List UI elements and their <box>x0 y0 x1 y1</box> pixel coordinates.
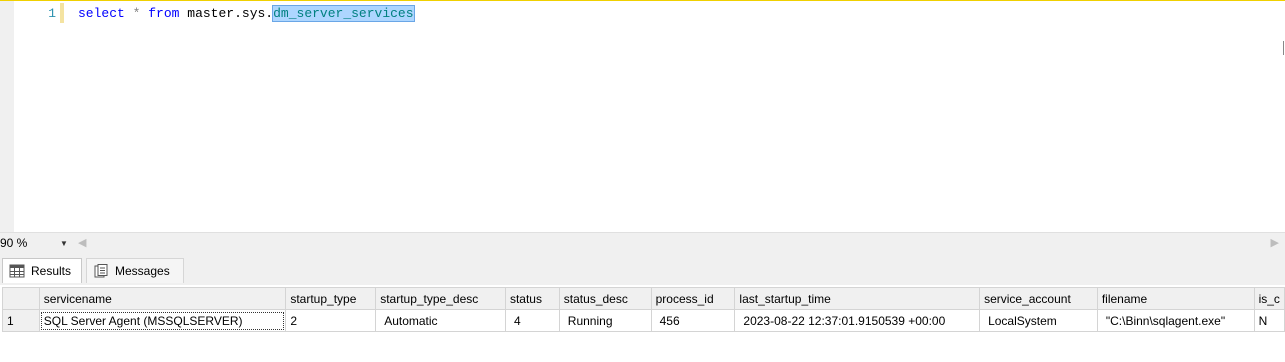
line-number: 1 <box>48 6 56 21</box>
code-line[interactable]: select * from master.sys.dm_server_servi… <box>78 5 415 22</box>
grid-icon <box>9 264 25 278</box>
scroll-left-icon[interactable]: ◀ <box>78 236 86 249</box>
tab-messages[interactable]: Messages <box>86 258 184 283</box>
column-header[interactable]: last_startup_time <box>734 287 981 310</box>
column-header[interactable]: startup_type_desc <box>375 287 506 310</box>
column-header[interactable]: servicename <box>38 287 287 310</box>
selected-object-name: dm_server_services <box>272 5 415 22</box>
table-cell[interactable]: "C:\Binn\sqlagent.exe" <box>1096 309 1255 332</box>
table-cell[interactable]: LocalSystem <box>979 309 1098 332</box>
chevron-down-icon: ▼ <box>60 238 68 248</box>
column-header[interactable]: status_desc <box>558 287 652 310</box>
keyword-select: select <box>78 6 125 21</box>
column-header[interactable]: status <box>504 287 560 310</box>
query-editor[interactable]: 1 select * from master.sys.dm_server_ser… <box>0 0 1285 233</box>
results-grid-area: servicename startup_type startup_type_de… <box>0 285 1285 362</box>
table-cell[interactable]: N <box>1253 309 1285 332</box>
editor-gutter <box>0 1 14 233</box>
results-tab-strip: Results Messages <box>0 253 1285 285</box>
code-star: * <box>132 6 141 21</box>
zoom-dropdown[interactable]: 90 % ▼ <box>0 235 72 251</box>
grid-corner[interactable] <box>2 287 40 310</box>
keyword-from: from <box>148 6 180 21</box>
messages-icon <box>93 264 109 278</box>
row-number[interactable]: 1 <box>2 309 40 332</box>
table-row[interactable]: 1 SQL Server Agent (MSSQLSERVER) 2 Autom… <box>2 309 1285 332</box>
tab-results[interactable]: Results <box>2 258 82 283</box>
column-header[interactable]: process_id <box>650 287 736 310</box>
tab-messages-label: Messages <box>115 264 170 278</box>
zoom-bar: 90 % ▼ ◀ ▶ <box>0 232 1285 253</box>
tab-results-label: Results <box>31 264 72 278</box>
results-grid: servicename startup_type startup_type_de… <box>2 287 1285 332</box>
code-object-prefix: master.sys. <box>187 6 274 21</box>
table-cell[interactable]: Automatic <box>375 309 506 332</box>
table-cell[interactable]: 2023-08-22 12:37:01.9150539 +00:00 <box>734 309 981 332</box>
zoom-value: 90 % <box>0 236 28 250</box>
table-cell[interactable]: 4 <box>504 309 560 332</box>
column-header[interactable]: filename <box>1096 287 1255 310</box>
column-header[interactable]: startup_type <box>285 287 377 310</box>
column-header[interactable]: is_c <box>1253 287 1285 310</box>
vertical-scroll-indicator[interactable] <box>1283 41 1284 55</box>
grid-header-row: servicename startup_type startup_type_de… <box>2 287 1285 310</box>
table-cell[interactable]: 456 <box>650 309 736 332</box>
scroll-right-icon[interactable]: ▶ <box>1271 236 1279 249</box>
change-indicator <box>60 3 64 23</box>
table-cell[interactable]: SQL Server Agent (MSSQLSERVER) <box>38 309 287 332</box>
text-caret <box>413 5 415 20</box>
table-cell[interactable]: Running <box>558 309 652 332</box>
column-header[interactable]: service_account <box>979 287 1098 310</box>
table-cell[interactable]: 2 <box>285 309 377 332</box>
